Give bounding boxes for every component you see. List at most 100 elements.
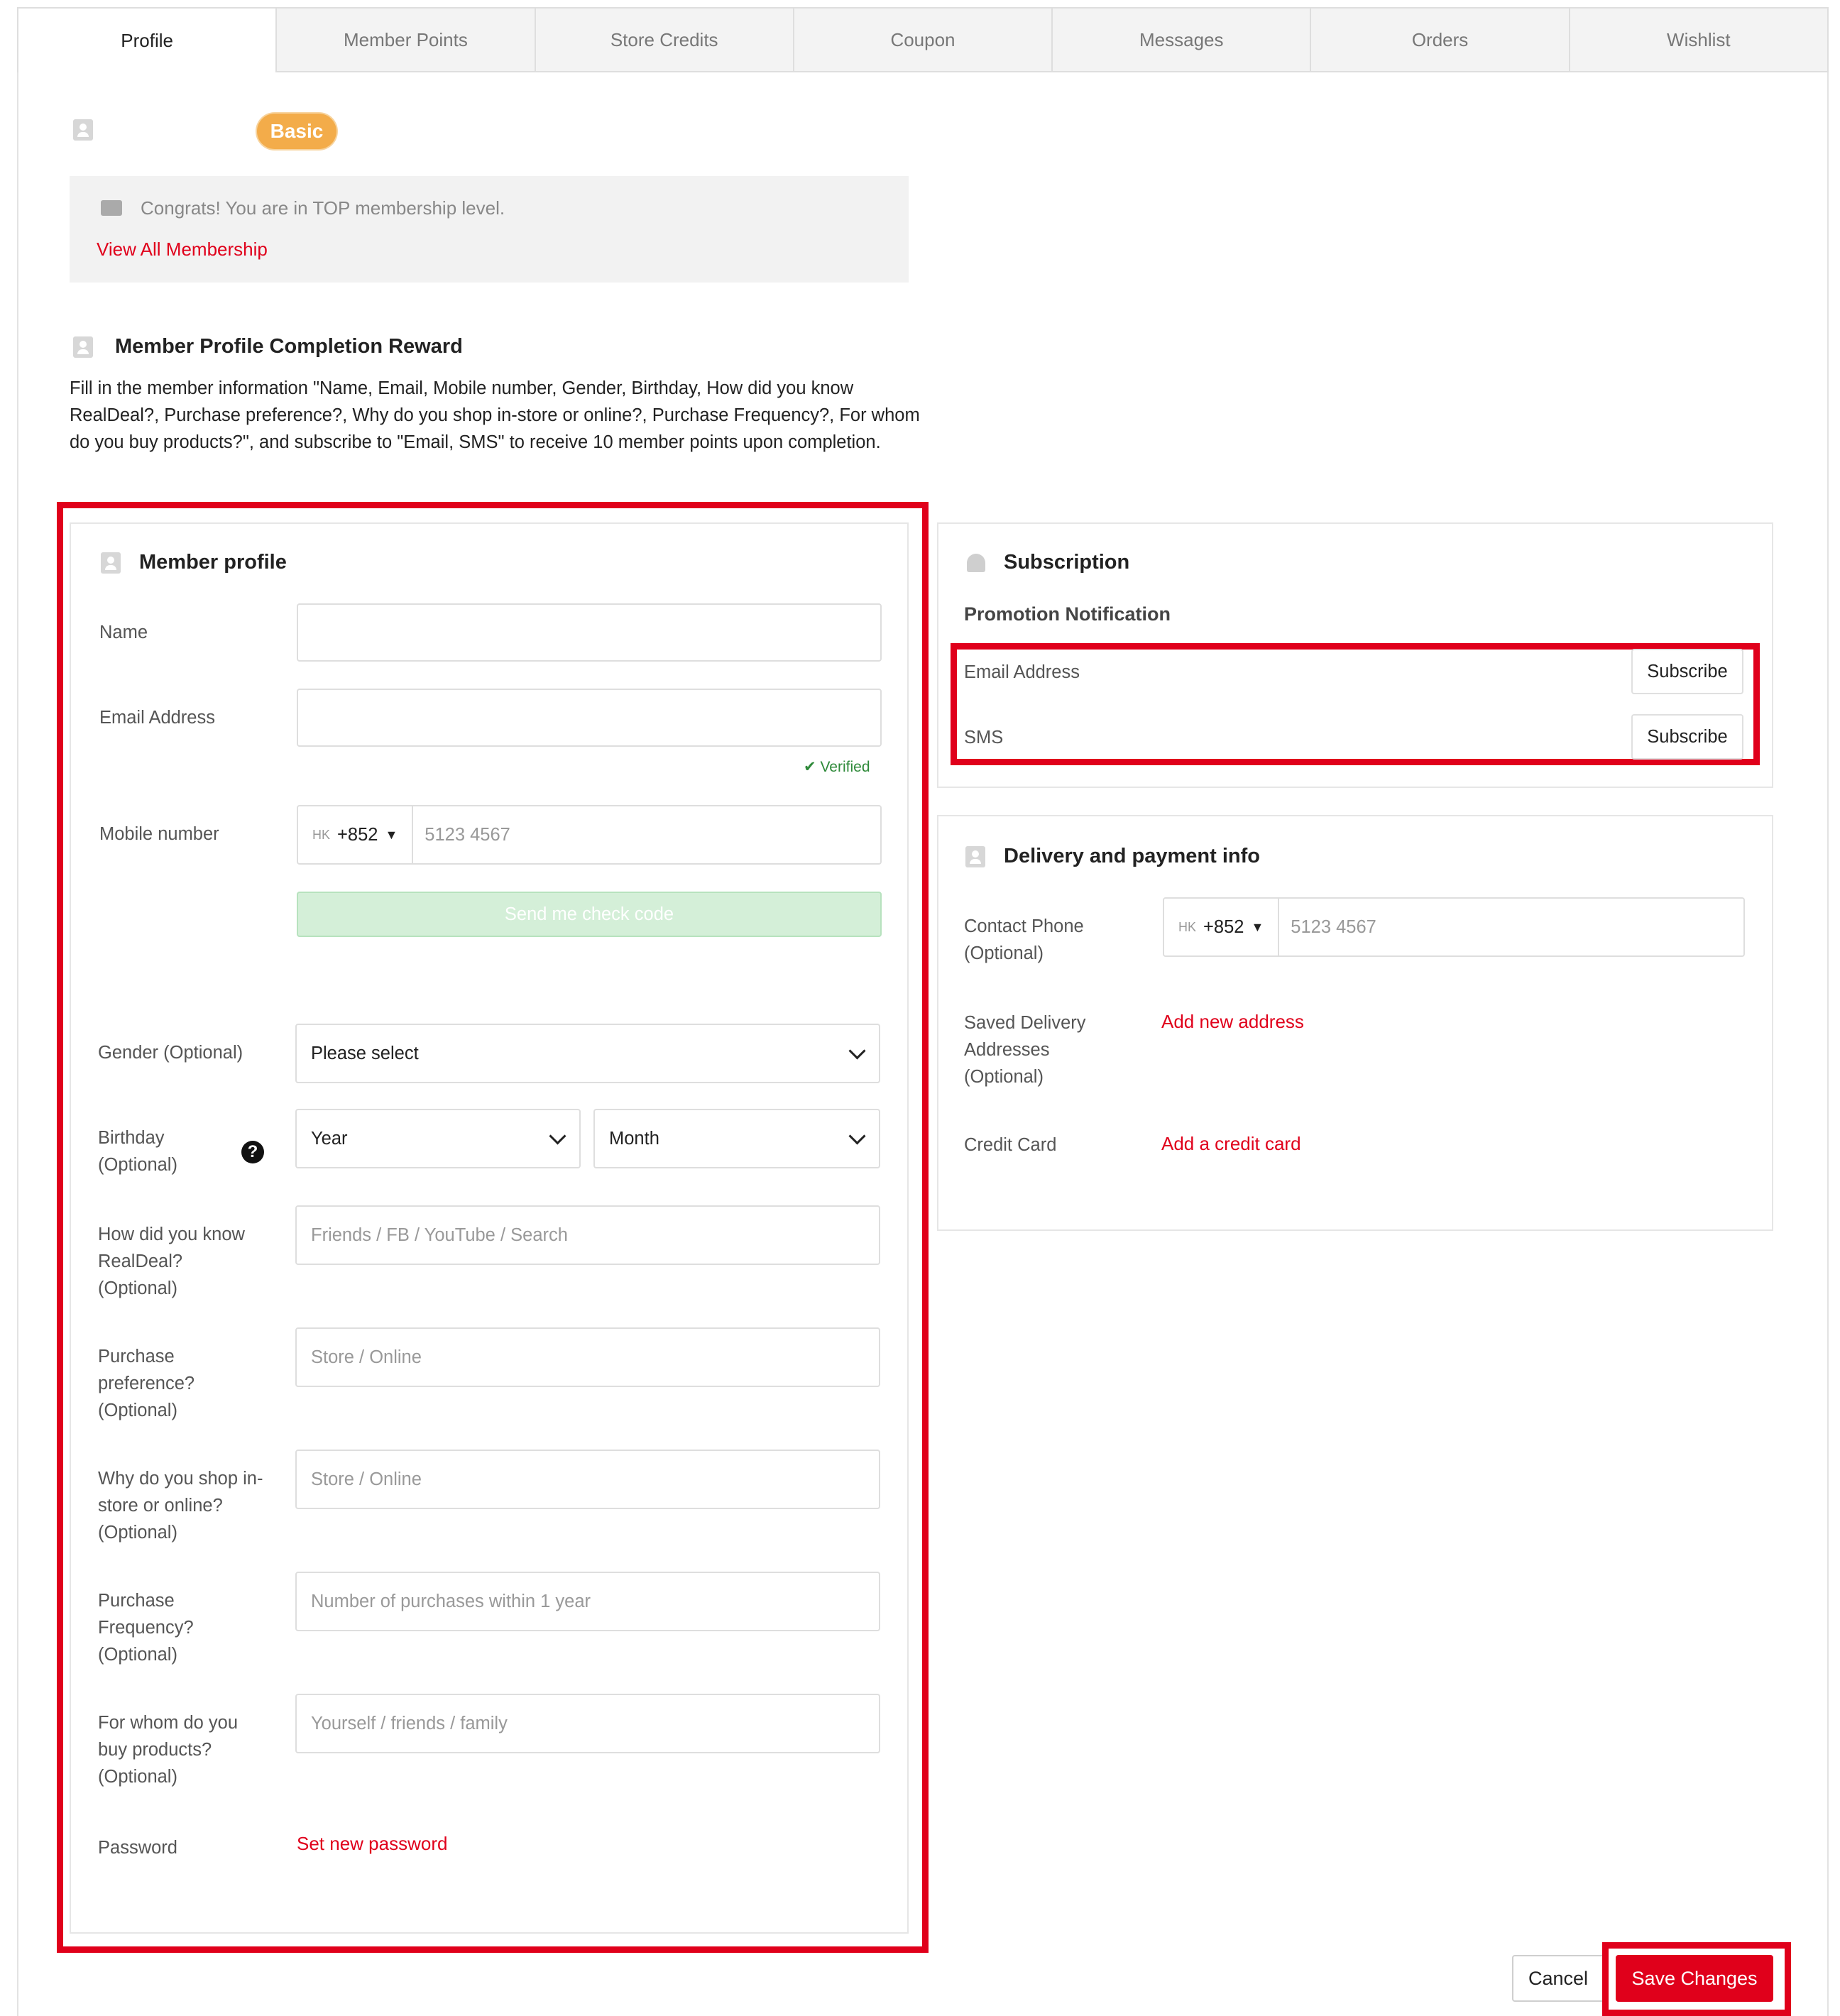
caret-down-icon: ▼	[1251, 919, 1264, 934]
email-verified-status: ✔ Verified	[804, 758, 870, 776]
mobile-country-select[interactable]: HK +852 ▼	[312, 806, 414, 863]
pref-label-line: (Optional)	[98, 1401, 177, 1420]
save-changes-button[interactable]: Save Changes	[1616, 1955, 1773, 2002]
delivery-icon	[965, 846, 985, 867]
tab-bar: Profile Member Points Store Credits Coup…	[17, 7, 1829, 72]
credit-card-label: Credit Card	[964, 1135, 1057, 1155]
why-label-line: Why do you shop in-	[98, 1469, 263, 1489]
name-input[interactable]	[297, 603, 882, 662]
know-label-line: How did you know	[98, 1225, 245, 1244]
sms-subscribe-button[interactable]: Subscribe	[1631, 714, 1743, 760]
name-label: Name	[99, 623, 148, 642]
country-code: HK	[1178, 919, 1197, 934]
tab-messages[interactable]: Messages	[1053, 7, 1312, 72]
why-shop-label: Why do you shop in- store or online? (Op…	[98, 1465, 263, 1546]
saved-label-line: Addresses	[964, 1040, 1050, 1060]
email-input[interactable]	[297, 689, 882, 747]
chevron-down-icon	[848, 1041, 866, 1060]
know-label-line: RealDeal?	[98, 1251, 183, 1271]
mobile-field: HK +852 ▼ 5123 4567	[297, 805, 882, 865]
know-label: How did you know RealDeal? (Optional)	[98, 1221, 245, 1302]
verified-label: Verified	[820, 759, 870, 775]
whom-label-line: (Optional)	[98, 1767, 177, 1787]
reward-icon	[73, 336, 93, 358]
email-subscription-label: Email Address	[964, 662, 1080, 682]
cancel-button[interactable]: Cancel	[1512, 1955, 1604, 2002]
saved-label-line: (Optional)	[964, 1067, 1044, 1087]
saved-label-line: Saved Delivery	[964, 1013, 1086, 1033]
membership-congrats-text: Congrats! You are in TOP membership leve…	[141, 197, 505, 219]
pref-label-line: preference?	[98, 1374, 195, 1393]
birthday-label: Birthday	[98, 1128, 165, 1148]
tab-member-points[interactable]: Member Points	[277, 7, 536, 72]
sms-subscription-label: SMS	[964, 728, 1004, 747]
why-label-line: (Optional)	[98, 1523, 177, 1543]
add-new-address-link[interactable]: Add new address	[1161, 1011, 1304, 1033]
why-shop-input[interactable]: Store / Online	[295, 1450, 880, 1509]
preference-label: Purchase preference? (Optional)	[98, 1343, 195, 1424]
view-all-membership-link[interactable]: View All Membership	[97, 239, 268, 261]
subscription-title: Subscription	[1004, 551, 1130, 574]
dial-prefix: +852	[337, 824, 378, 845]
month-value: Month	[609, 1128, 659, 1149]
why-label-line: store or online?	[98, 1496, 223, 1516]
membership-info-box	[70, 176, 909, 283]
send-check-code-button[interactable]: Send me check code	[297, 892, 882, 937]
tab-store-credits[interactable]: Store Credits	[535, 7, 794, 72]
contact-country-select[interactable]: HK +852 ▼	[1178, 899, 1280, 955]
mobile-input[interactable]: 5123 4567	[425, 825, 510, 845]
add-credit-card-link[interactable]: Add a credit card	[1161, 1133, 1301, 1155]
check-icon: ✔	[804, 759, 816, 775]
password-label: Password	[98, 1838, 177, 1858]
know-label-line: (Optional)	[98, 1278, 177, 1298]
member-avatar-icon	[73, 119, 93, 141]
email-subscribe-button[interactable]: Subscribe	[1631, 649, 1743, 694]
contact-phone-label: Contact Phone (Optional)	[964, 913, 1084, 967]
gender-label: Gender (Optional)	[98, 1043, 243, 1063]
know-realdeal-input[interactable]: Friends / FB / YouTube / Search	[295, 1205, 880, 1265]
member-profile-icon	[101, 552, 121, 574]
tab-orders[interactable]: Orders	[1311, 7, 1570, 72]
freq-label-line: Purchase	[98, 1591, 175, 1611]
gender-select[interactable]: Please select	[295, 1024, 880, 1083]
promotion-notification-title: Promotion Notification	[964, 603, 1171, 625]
dial-prefix: +852	[1203, 916, 1244, 937]
contact-phone-input[interactable]: 5123 4567	[1291, 917, 1376, 938]
pref-label-line: Purchase	[98, 1347, 175, 1366]
ticket-icon	[101, 200, 122, 216]
birthday-optional-label: (Optional)	[98, 1155, 177, 1175]
tab-coupon[interactable]: Coupon	[794, 7, 1053, 72]
bell-icon	[967, 554, 985, 572]
contact-label-line: Contact Phone	[964, 916, 1084, 936]
membership-level-badge: Basic	[257, 114, 336, 149]
birthday-month-select[interactable]: Month	[593, 1109, 880, 1168]
freq-label-line: Frequency?	[98, 1618, 194, 1638]
freq-label-line: (Optional)	[98, 1645, 177, 1665]
tab-profile[interactable]: Profile	[17, 7, 278, 72]
email-label: Email Address	[99, 708, 215, 728]
purchase-preference-input[interactable]: Store / Online	[295, 1327, 880, 1387]
chevron-down-icon	[549, 1127, 566, 1145]
frequency-label: Purchase Frequency? (Optional)	[98, 1587, 194, 1668]
reward-title: Member Profile Completion Reward	[115, 335, 463, 358]
gender-value: Please select	[311, 1043, 419, 1063]
buy-for-whom-input[interactable]: Yourself / friends / family	[295, 1694, 880, 1753]
birthday-year-select[interactable]: Year	[295, 1109, 581, 1168]
country-code: HK	[312, 827, 331, 842]
contact-phone-field: HK +852 ▼ 5123 4567	[1163, 897, 1745, 957]
whom-label: For whom do you buy products? (Optional)	[98, 1709, 238, 1790]
mobile-label: Mobile number	[99, 824, 219, 844]
member-profile-title: Member profile	[139, 551, 287, 574]
reward-description: Fill in the member information "Name, Em…	[70, 378, 920, 452]
saved-addresses-label: Saved Delivery Addresses (Optional)	[964, 1009, 1086, 1090]
chevron-down-icon	[848, 1127, 866, 1145]
contact-label-line: (Optional)	[964, 943, 1044, 963]
help-icon[interactable]: ?	[241, 1141, 264, 1163]
year-value: Year	[311, 1128, 348, 1149]
purchase-frequency-input[interactable]: Number of purchases within 1 year	[295, 1572, 880, 1631]
whom-label-line: For whom do you	[98, 1713, 239, 1733]
caret-down-icon: ▼	[385, 827, 398, 842]
tab-wishlist[interactable]: Wishlist	[1570, 7, 1829, 72]
set-new-password-link[interactable]: Set new password	[297, 1833, 447, 1855]
whom-label-line: buy products?	[98, 1740, 212, 1760]
